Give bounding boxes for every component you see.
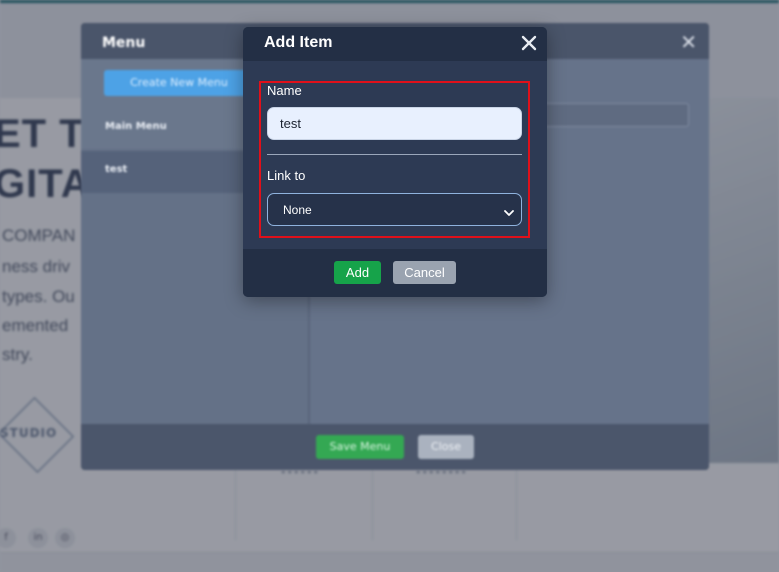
form-divider [267, 154, 522, 155]
dialog-footer: Add Cancel [243, 249, 547, 297]
create-new-menu-button[interactable]: Create New Menu [104, 70, 254, 96]
add-button[interactable]: Add [334, 261, 381, 284]
dialog-body: Name Link to None [243, 61, 547, 249]
link-to-select[interactable]: None [267, 193, 522, 226]
menu-modal-title: Menu [102, 35, 146, 51]
save-menu-button[interactable]: Save Menu [316, 435, 404, 459]
link-to-label: Link to [267, 168, 306, 183]
dialog-header: Add Item [243, 27, 547, 61]
close-icon[interactable] [518, 32, 540, 54]
link-to-selected-value: None [283, 203, 312, 217]
add-item-dialog: Add Item Name Link to None Add Cancel [243, 27, 547, 297]
close-icon[interactable]: ✕ [680, 30, 697, 54]
chevron-down-icon [503, 204, 515, 216]
name-label: Name [267, 83, 302, 98]
close-menu-button[interactable]: Close [418, 435, 474, 459]
cancel-button[interactable]: Cancel [393, 261, 456, 284]
menu-list-item-label: test [105, 164, 128, 175]
menu-list-item-main-menu[interactable]: Main Menu [105, 121, 167, 132]
name-input[interactable] [267, 107, 522, 140]
dialog-title: Add Item [264, 34, 333, 51]
